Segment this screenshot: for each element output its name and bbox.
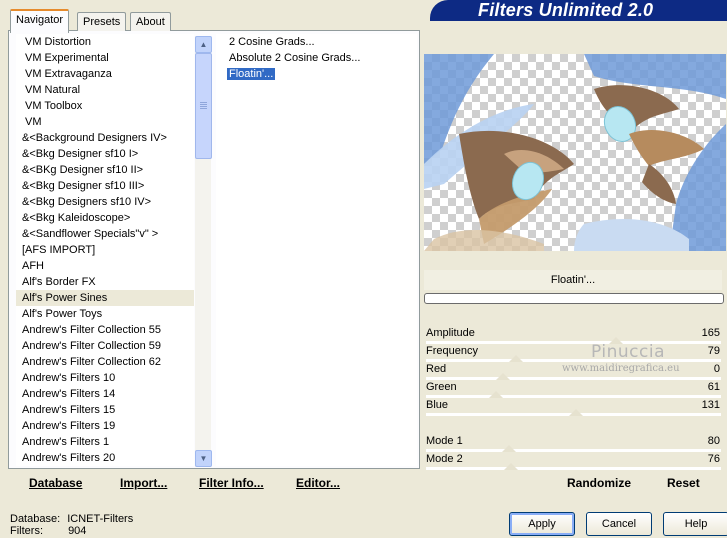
category-item[interactable]: AFH [16,258,194,274]
editor-button[interactable]: Editor... [296,476,340,490]
tab-presets[interactable]: Presets [77,12,127,31]
category-item[interactable]: &<Bkg Designers sf10 IV> [16,194,194,210]
category-item[interactable]: VM Experimental [16,50,194,66]
watermark-name: Pinuccia [591,342,665,362]
scroll-up-icon[interactable]: ▲ [195,36,212,53]
database-button[interactable]: Database [29,476,82,490]
tab-navigator[interactable]: Navigator [10,9,70,33]
filter-item[interactable]: 2 Cosine Grads... [216,34,417,50]
category-item[interactable]: Andrew's Filters 20 [16,450,194,466]
randomize-button[interactable]: Randomize [567,476,631,490]
category-item[interactable]: VM Natural [16,82,194,98]
filter-info-button[interactable]: Filter Info... [199,476,264,490]
category-item[interactable]: Andrew's Filters 14 [16,386,194,402]
filter-item-label: 2 Cosine Grads... [229,36,315,48]
reset-button[interactable]: Reset [667,476,700,490]
import-button[interactable]: Import... [120,476,167,490]
category-item[interactable]: Andrew's Filter Collection 62 [16,354,194,370]
param-label: Red [426,363,447,375]
param-label: Blue [426,399,449,411]
param-value: 80 [707,435,720,447]
filter-item-label: Absolute 2 Cosine Grads... [229,52,361,64]
param-value: 165 [701,327,720,339]
category-list[interactable]: VM Distortion VM Experimental VM Extravaga… [16,34,194,466]
param-frequency[interactable]: Frequency 79 [424,343,723,362]
tab-about[interactable]: About [130,12,171,31]
category-scrollbar[interactable]: ▲ ▼ [195,36,212,467]
param-amplitude[interactable]: Amplitude 165 [424,325,723,344]
param-value: 76 [707,453,720,465]
scroll-thumb[interactable] [195,53,212,159]
progress-bar [424,293,724,304]
param-mode-1[interactable]: Mode 1 80 [424,433,723,452]
param-value: 131 [701,399,720,411]
category-item[interactable]: VM Toolbox [16,98,194,114]
category-item[interactable]: Andrew's Filters 19 [16,418,194,434]
category-item[interactable]: Alf's Power Sines [16,290,194,306]
status-database-label: Database: [10,513,61,525]
category-item[interactable]: &<Bkg Designer sf10 I> [16,146,194,162]
cancel-button[interactable]: Cancel [586,512,652,536]
category-item[interactable]: &<Background Designers IV> [16,130,194,146]
status-filters-label: Filters: [10,525,43,537]
filter-item-label: Floatin'... [227,68,276,80]
category-item[interactable]: Andrew's Filters 15 [16,402,194,418]
param-blue[interactable]: Blue 131 [424,397,723,416]
category-item[interactable]: Andrew's Filters 1 [16,434,194,450]
watermark-url: www.maidiregrafica.eu [562,363,680,374]
filter-list[interactable]: 2 Cosine Grads... Absolute 2 Cosine Grads… [216,34,417,466]
filter-item[interactable]: Floatin'... [216,66,417,82]
category-item[interactable]: Andrew's Filter Collection 55 [16,322,194,338]
param-value: 0 [713,363,720,375]
category-item[interactable]: Alf's Border FX [16,274,194,290]
param-value: 61 [707,381,720,393]
param-label: Amplitude [426,327,475,339]
param-label: Mode 2 [426,453,463,465]
category-item[interactable]: VM Distortion [16,34,194,50]
category-item[interactable]: &<Bkg Kaleidoscope> [16,210,194,226]
category-item[interactable]: VM Extravaganza [16,66,194,82]
banner-title: Filters Unlimited 2.0 [478,0,654,20]
category-item[interactable]: &<Sandflower Specials"v" > [16,226,194,242]
param-label: Green [426,381,457,393]
scroll-down-icon[interactable]: ▼ [195,450,212,467]
category-item[interactable]: Alf's Power Toys [16,306,194,322]
param-slider-track[interactable] [426,467,721,470]
category-item[interactable]: &<BKg Designer sf10 II> [16,162,194,178]
param-green[interactable]: Green 61 [424,379,723,398]
apply-button[interactable]: Apply [509,512,575,536]
param-label: Mode 1 [426,435,463,447]
param-value: 79 [707,345,720,357]
help-button[interactable]: Help [663,512,727,536]
status-database-value: ICNET-Filters [67,513,134,525]
current-filter-name: Floatin'... [424,270,722,290]
slider-handle-icon[interactable] [504,463,518,470]
category-item[interactable]: Andrew's Filter Collection 59 [16,338,194,354]
category-item[interactable]: &<Bkg Designer sf10 III> [16,178,194,194]
preview-art [424,54,726,251]
category-item[interactable]: Andrew's Filters 10 [16,370,194,386]
status-filters-value: 904 [68,525,87,537]
app-banner: Filters Unlimited 2.0 [430,0,727,21]
preview-image [424,54,726,251]
param-label: Frequency [426,345,478,357]
category-item[interactable]: VM [16,114,194,130]
slider-handle-icon[interactable] [569,409,583,416]
param-mode-2[interactable]: Mode 2 76 [424,451,723,470]
category-item[interactable]: [AFS IMPORT] [16,242,194,258]
filter-item[interactable]: Absolute 2 Cosine Grads... [216,50,417,66]
